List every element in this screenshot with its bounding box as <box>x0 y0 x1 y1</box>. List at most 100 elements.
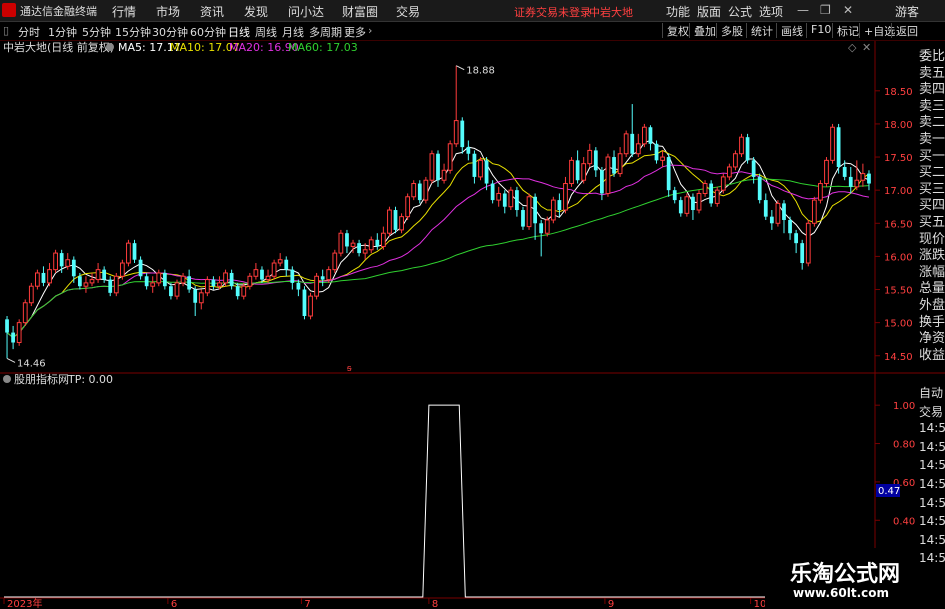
tool-duogu[interactable]: 多股 <box>716 23 743 38</box>
price-tick-label: 14.50 <box>884 352 913 363</box>
candle-body-up <box>126 242 131 264</box>
candle-body-up <box>399 216 404 231</box>
period-multi[interactable]: 多周期 <box>309 24 342 40</box>
menu-gongshi[interactable]: 公式 <box>728 3 752 20</box>
candle-body-up <box>441 169 447 181</box>
tool-biaoji[interactable]: 标记 <box>832 23 859 38</box>
ind-current-value: 0.47 <box>878 486 900 497</box>
candle-body-up <box>198 292 204 304</box>
period-fenshi[interactable]: 分时 <box>18 24 40 40</box>
candle-body-down <box>5 319 9 333</box>
candle-body-down <box>672 190 677 201</box>
candle-body-up <box>830 126 835 161</box>
candle-body-down <box>769 216 774 224</box>
user-guest[interactable]: 游客 <box>895 3 919 20</box>
candle-body-down <box>138 259 143 277</box>
period-1min[interactable]: 1分钟 <box>48 24 77 40</box>
period-day[interactable]: 日线 <box>228 24 250 40</box>
tool-fanhui[interactable]: 返回 <box>891 23 918 38</box>
price-tick-label: 15.50 <box>884 286 913 297</box>
date-tick-label: 2023年 <box>7 597 42 609</box>
menu-caifuquan[interactable]: 财富圈 <box>342 3 378 20</box>
main-settings-icon[interactable] <box>106 43 114 51</box>
side-label: 交易 <box>919 404 944 419</box>
menu-xuanxiang[interactable]: 选项 <box>759 3 783 20</box>
period-more[interactable]: 更多 <box>344 24 366 40</box>
candle-body-down <box>357 243 361 254</box>
menu-gongneng[interactable]: 功能 <box>666 3 690 20</box>
candle-body-down <box>848 176 853 187</box>
menu-jiaoyi[interactable]: 交易 <box>396 3 420 20</box>
period-month[interactable]: 月线 <box>282 24 304 40</box>
candle-body-up <box>860 173 866 181</box>
candle-body-up <box>368 239 374 251</box>
app-logo-icon <box>2 3 16 17</box>
candle-body-down <box>502 193 507 207</box>
period-week[interactable]: 周线 <box>255 24 277 40</box>
candle-body-up <box>508 189 514 208</box>
tool-huaxian[interactable]: 画线 <box>776 23 803 38</box>
panel-toggle-icon[interactable]: ▯ <box>3 24 9 37</box>
candle-body-up <box>635 143 641 155</box>
candle-body-down <box>654 143 659 161</box>
login-warning[interactable]: 证券交易未登录 <box>514 4 591 20</box>
minimize-icon[interactable]: — <box>797 3 809 17</box>
title-bar: 通达信金融终端 行情 市场 资讯 发现 问小达 财富圈 交易 证券交易未登录 中… <box>0 0 945 22</box>
period-5min[interactable]: 5分钟 <box>82 24 111 40</box>
candle-body-down <box>284 259 289 270</box>
tool-zixuan[interactable]: +自选 <box>859 23 895 38</box>
chart-background <box>0 41 945 609</box>
ind-tick-label: 0.40 <box>893 516 915 527</box>
menu-faxian[interactable]: 发现 <box>244 3 268 20</box>
menu-banmian[interactable]: 版面 <box>697 3 721 20</box>
ind-tick-label: 0.80 <box>893 440 915 451</box>
restore-icon[interactable]: ❐ <box>820 3 831 17</box>
side-label: 自动 <box>919 386 944 400</box>
close-icon[interactable]: ✕ <box>843 3 853 17</box>
kline-chart[interactable]: 18.50 18.00 17.50 17.00 16.50 16.00 15.50 15.00… <box>0 41 945 609</box>
candle-body-down <box>466 147 471 154</box>
indicator-title: 股朋指标网 <box>14 372 69 386</box>
tool-diejia[interactable]: 叠加 <box>689 23 716 38</box>
chevron-right-icon[interactable]: › <box>368 24 372 37</box>
candle-body-down <box>533 196 538 224</box>
ind-settings-icon[interactable] <box>3 375 11 383</box>
candle-body-up <box>119 262 125 277</box>
candle-body-up <box>332 252 338 271</box>
candle-body-up <box>854 179 860 188</box>
candle-body-up <box>818 183 823 201</box>
candle-body-down <box>612 157 616 174</box>
candle-body-down <box>302 289 307 317</box>
candle-body-down <box>788 219 792 234</box>
candle-body-up <box>35 272 40 287</box>
candle-body-up <box>204 279 210 294</box>
period-60min[interactable]: 60分钟 <box>190 24 226 40</box>
menu-shichang[interactable]: 市场 <box>156 3 180 20</box>
price-tick-label: 16.50 <box>884 219 913 230</box>
candle-body-down <box>842 166 847 177</box>
price-tick-label: 16.00 <box>884 252 913 263</box>
tool-tongji[interactable]: 统计 <box>746 23 773 38</box>
side-label: 14:56 <box>919 421 945 436</box>
candle-body-down <box>77 276 82 287</box>
candle-body-up <box>775 202 781 224</box>
period-15min[interactable]: 15分钟 <box>115 24 151 40</box>
tool-f10[interactable]: F10 <box>806 23 831 38</box>
close-panel-icon[interactable]: ✕ <box>862 41 871 54</box>
candle-body-down <box>751 160 756 177</box>
period-30min[interactable]: 30分钟 <box>152 24 188 40</box>
menu-wenxiaoda[interactable]: 问小达 <box>288 3 324 20</box>
candle-body-up <box>308 295 313 317</box>
menu-hangqing[interactable]: 行情 <box>112 3 136 20</box>
candle-body-up <box>605 156 611 194</box>
watermark-title: 乐淘公式网 <box>790 562 901 587</box>
candle-body-up <box>83 282 89 287</box>
candle-body-down <box>71 259 76 277</box>
tool-fuquan[interactable]: 复权 <box>662 23 689 38</box>
candle-body-up <box>453 120 459 145</box>
menu-zixun[interactable]: 资讯 <box>200 3 224 20</box>
candle-body-down <box>472 153 477 177</box>
candle-body-down <box>484 160 489 184</box>
diamond-icon[interactable]: ◇ <box>848 41 857 54</box>
candle-body-up <box>478 159 483 178</box>
